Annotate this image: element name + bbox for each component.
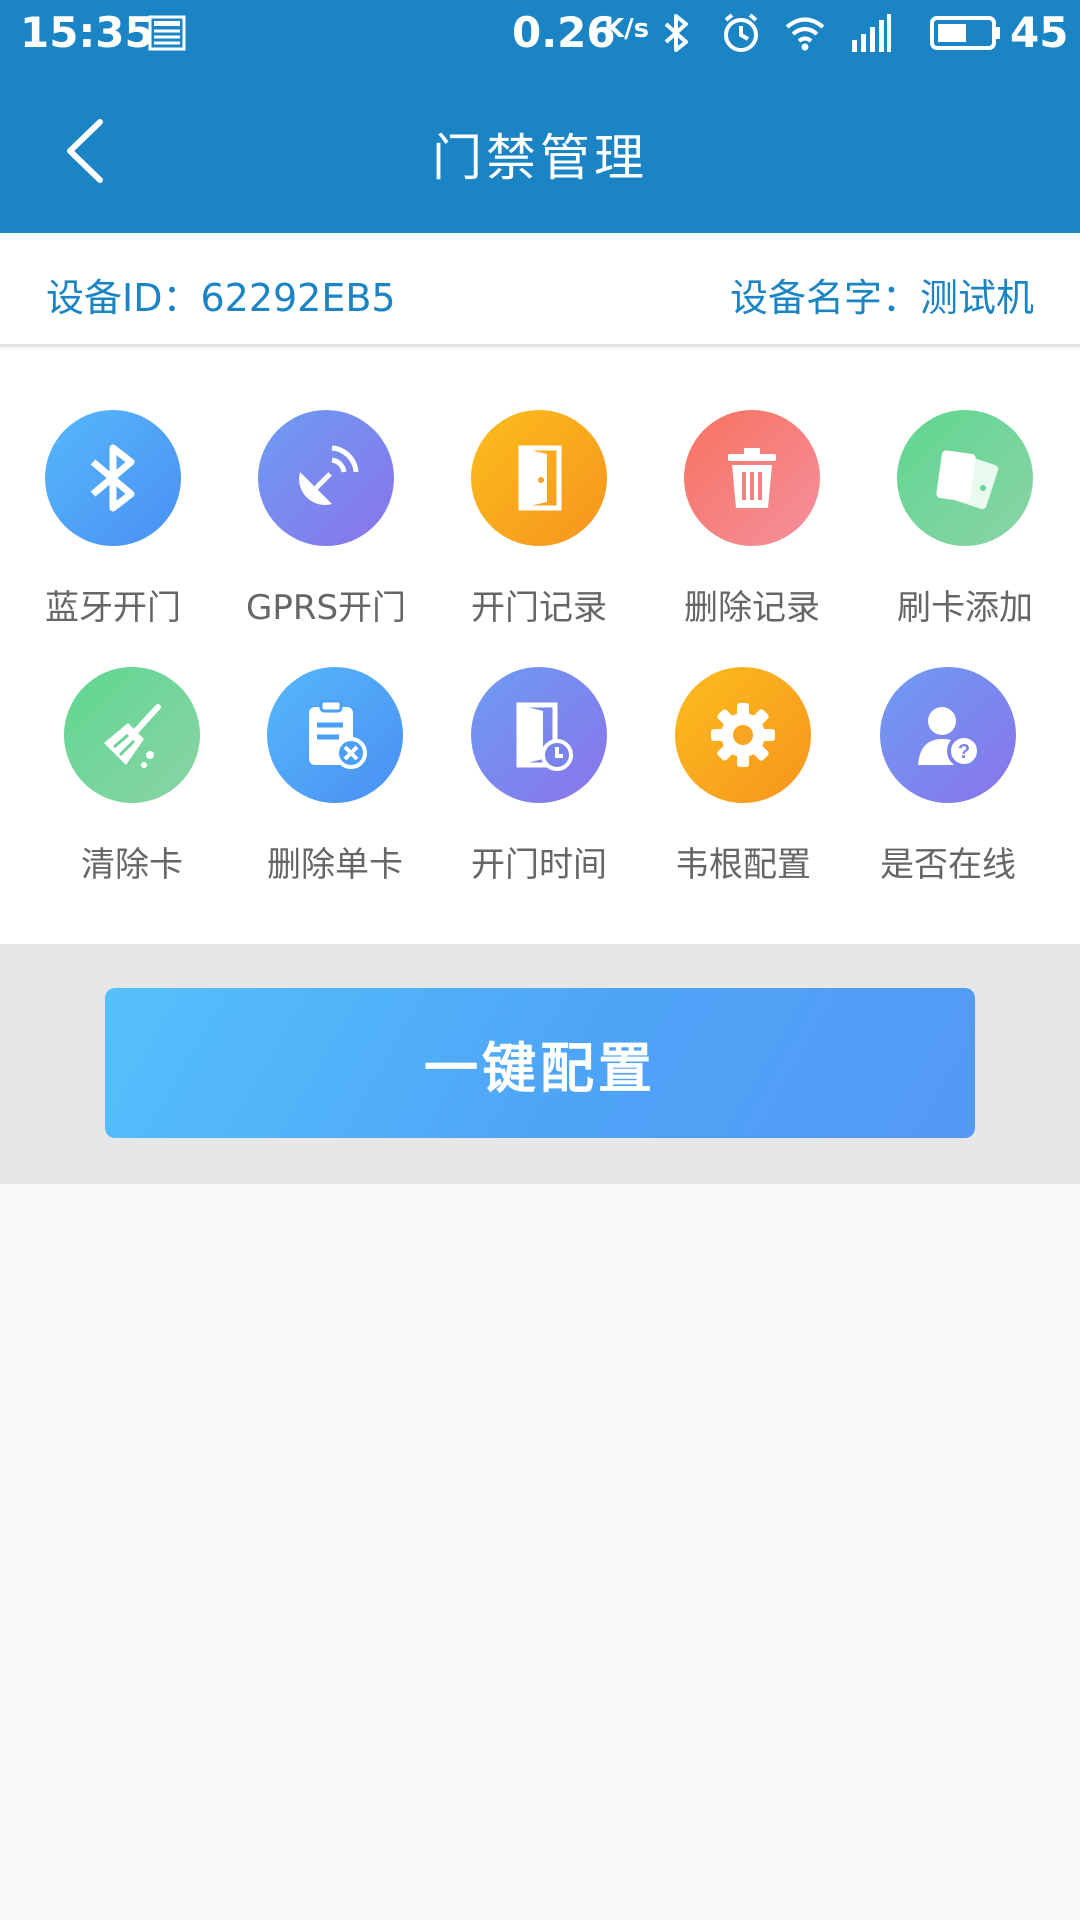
- network-speed-unit: K/s: [604, 14, 650, 44]
- grid-label: 刷卡添加: [897, 588, 1033, 628]
- gear-icon: [675, 667, 811, 803]
- grid-item-swipe-add[interactable]: 刷卡添加: [870, 410, 1060, 630]
- grid-item-gprs-open[interactable]: GPRS开门: [231, 410, 421, 630]
- grid-label: 蓝牙开门: [45, 588, 181, 628]
- signal-4g-icon: [852, 14, 891, 52]
- grid-item-open-time[interactable]: 开门时间: [444, 667, 634, 887]
- grid-label: 开门时间: [471, 845, 607, 885]
- function-grid: 蓝牙开门 GPRS开门 开门记录 删除记录 刷卡添加 清除卡 删除单卡 开门时间…: [0, 350, 1080, 944]
- grid-item-bluetooth-open[interactable]: 蓝牙开门: [18, 410, 208, 630]
- battery-level: 45: [1010, 8, 1069, 57]
- grid-item-delete-records[interactable]: 删除记录: [657, 410, 847, 630]
- grid-item-clear-cards[interactable]: 清除卡: [37, 667, 227, 887]
- news-icon: [148, 15, 186, 51]
- trash-icon: [684, 410, 820, 546]
- top-bar: 15:35 0.26 K/s 45 门禁管理: [0, 0, 1080, 233]
- alarm-icon: [724, 13, 758, 52]
- status-time: 15:35: [20, 8, 154, 57]
- one-click-config-button[interactable]: 一键配置: [105, 988, 975, 1138]
- grid-item-open-records[interactable]: 开门记录: [444, 410, 634, 630]
- grid-label: 清除卡: [81, 845, 183, 885]
- cards-icon: [897, 410, 1033, 546]
- clipboard-delete-icon: [267, 667, 403, 803]
- grid-label: 韦根配置: [675, 845, 811, 885]
- user-question-icon: ?: [880, 667, 1016, 803]
- grid-item-wiegand-config[interactable]: 韦根配置: [648, 667, 838, 887]
- device-name: 设备名字：测试机: [729, 276, 1034, 320]
- door-clock-icon: [471, 667, 607, 803]
- status-bar: 15:35 0.26 K/s 45: [0, 0, 1080, 66]
- grid-item-online-status[interactable]: ? 是否在线: [853, 667, 1043, 887]
- grid-label: 开门记录: [471, 588, 607, 628]
- wifi-icon: [785, 17, 825, 51]
- door-icon: [471, 410, 607, 546]
- grid-label: 删除记录: [684, 588, 820, 628]
- network-speed: 0.26: [512, 8, 616, 57]
- svg-text:?: ?: [958, 741, 970, 763]
- device-info-bar: 设备ID：62292EB5 设备名字：测试机: [0, 233, 1080, 347]
- broom-icon: [64, 667, 200, 803]
- bluetooth-icon: [664, 14, 688, 52]
- page-title: 门禁管理: [432, 129, 648, 187]
- grid-label: 是否在线: [880, 845, 1016, 885]
- grid-label: 删除单卡: [267, 845, 403, 885]
- bluetooth-icon: [45, 410, 181, 546]
- satellite-dish-icon: [258, 410, 394, 546]
- battery-icon: [930, 16, 1000, 50]
- button-area: 一键配置: [0, 944, 1080, 1184]
- device-id: 设备ID：62292EB5: [46, 276, 396, 320]
- nav-bar: 门禁管理: [0, 66, 1080, 233]
- grid-label: GPRS开门: [245, 588, 407, 628]
- grid-item-delete-single-card[interactable]: 删除单卡: [240, 667, 430, 887]
